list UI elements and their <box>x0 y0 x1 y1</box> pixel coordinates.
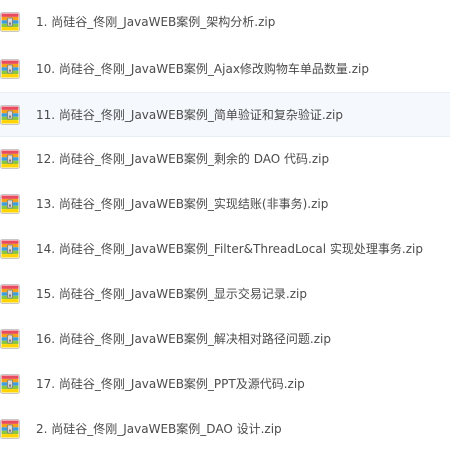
file-name: 14. 尚硅谷_佟刚_JavaWEB案例_Filter&ThreadLocal … <box>36 242 423 256</box>
file-row[interactable]: 1. 尚硅谷_佟刚_JavaWEB案例_架构分析.zip <box>0 0 450 45</box>
zip-archive-icon <box>0 194 20 214</box>
zip-archive-icon <box>0 374 20 394</box>
file-name: 11. 尚硅谷_佟刚_JavaWEB案例_简单验证和复杂验证.zip <box>36 108 343 122</box>
zip-archive-icon <box>0 239 20 259</box>
zip-archive-icon <box>0 329 20 349</box>
file-name: 15. 尚硅谷_佟刚_JavaWEB案例_显示交易记录.zip <box>36 287 307 301</box>
file-name: 16. 尚硅谷_佟刚_JavaWEB案例_解决相对路径问题.zip <box>36 332 331 346</box>
zip-archive-icon <box>0 284 20 304</box>
file-row[interactable]: 12. 尚硅谷_佟刚_JavaWEB案例_剩余的 DAO 代码.zip <box>0 137 450 182</box>
file-name: 2. 尚硅谷_佟刚_JavaWEB案例_DAO 设计.zip <box>36 422 282 436</box>
file-name: 1. 尚硅谷_佟刚_JavaWEB案例_架构分析.zip <box>36 15 276 29</box>
file-row[interactable]: 16. 尚硅谷_佟刚_JavaWEB案例_解决相对路径问题.zip <box>0 317 450 362</box>
file-name: 10. 尚硅谷_佟刚_JavaWEB案例_Ajax修改购物车单品数量.zip <box>36 62 369 76</box>
file-row[interactable]: 17. 尚硅谷_佟刚_JavaWEB案例_PPT及源代码.zip <box>0 362 450 407</box>
file-name: 13. 尚硅谷_佟刚_JavaWEB案例_实现结账(非事务).zip <box>36 197 329 211</box>
file-row[interactable]: 14. 尚硅谷_佟刚_JavaWEB案例_Filter&ThreadLocal … <box>0 227 450 272</box>
file-row[interactable]: 2. 尚硅谷_佟刚_JavaWEB案例_DAO 设计.zip <box>0 407 450 452</box>
file-row[interactable]: 10. 尚硅谷_佟刚_JavaWEB案例_Ajax修改购物车单品数量.zip <box>0 47 450 92</box>
zip-archive-icon <box>0 419 20 439</box>
file-name: 12. 尚硅谷_佟刚_JavaWEB案例_剩余的 DAO 代码.zip <box>36 152 330 166</box>
zip-archive-icon <box>0 59 20 79</box>
file-name: 17. 尚硅谷_佟刚_JavaWEB案例_PPT及源代码.zip <box>36 377 305 391</box>
zip-archive-icon <box>0 149 20 169</box>
zip-archive-icon <box>0 12 20 32</box>
file-row[interactable]: 13. 尚硅谷_佟刚_JavaWEB案例_实现结账(非事务).zip <box>0 182 450 227</box>
file-row[interactable]: 15. 尚硅谷_佟刚_JavaWEB案例_显示交易记录.zip <box>0 272 450 317</box>
file-row-selected[interactable]: 11. 尚硅谷_佟刚_JavaWEB案例_简单验证和复杂验证.zip <box>0 92 450 137</box>
zip-archive-icon <box>0 105 20 125</box>
file-list: 1. 尚硅谷_佟刚_JavaWEB案例_架构分析.zip 10. 尚硅谷_佟刚_… <box>0 0 450 443</box>
